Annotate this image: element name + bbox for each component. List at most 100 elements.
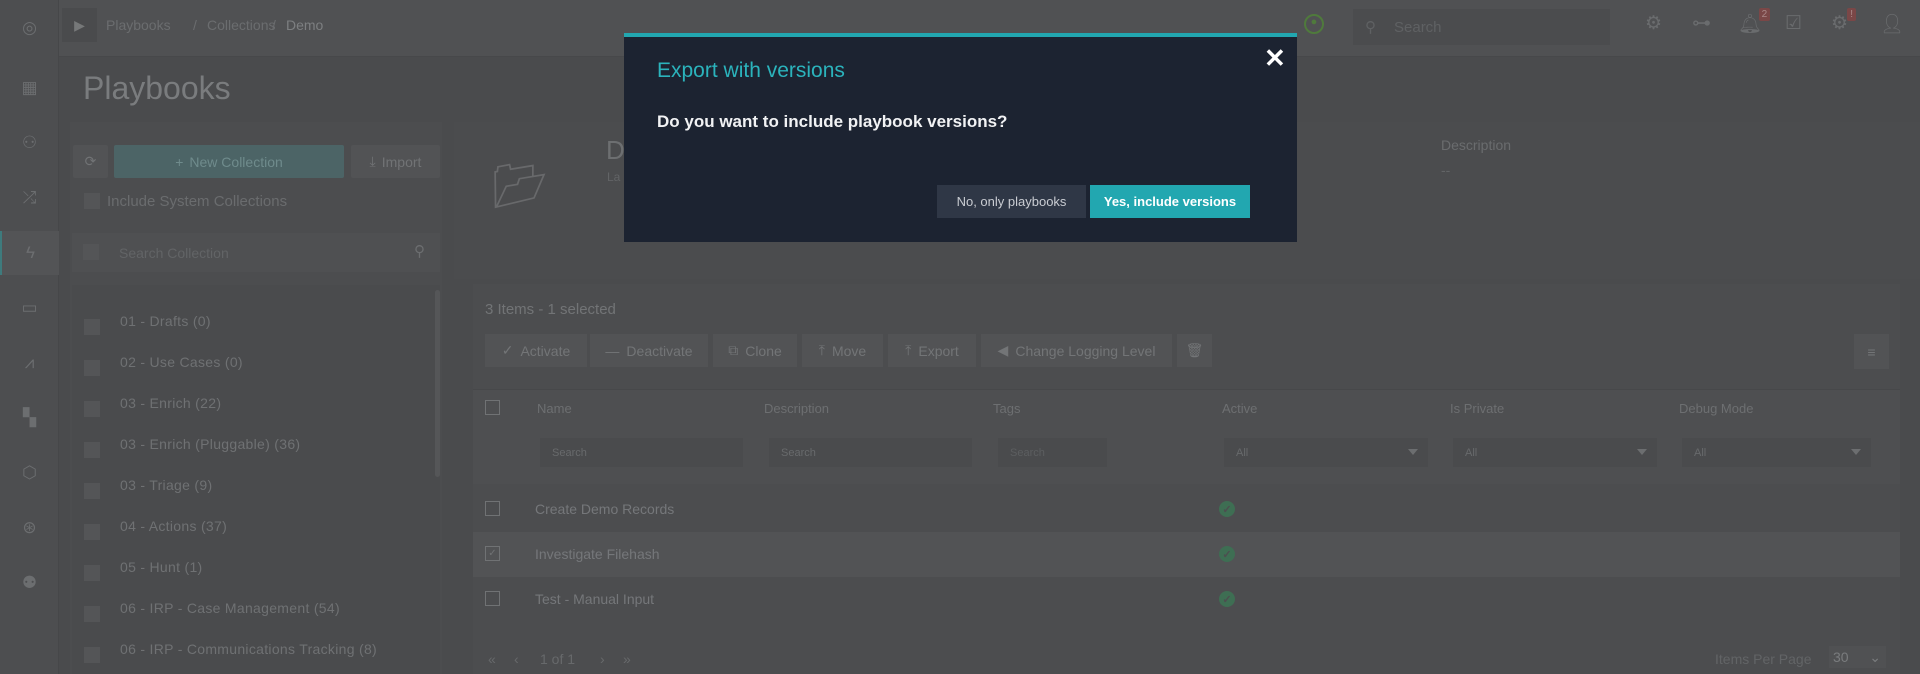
chart-icon[interactable]: ⩘ [0, 341, 59, 385]
no-only-playbooks-button[interactable]: No, only playbooks [937, 185, 1086, 218]
debug-filter-select[interactable]: All [1682, 438, 1871, 467]
prev-page-button[interactable]: ‹ [514, 651, 519, 667]
col-tags[interactable]: Tags [993, 401, 1020, 416]
next-page-button[interactable]: › [600, 651, 605, 667]
hierarchy-icon[interactable]: ⊶ [1692, 12, 1711, 35]
active-check-icon: ✓ [1219, 501, 1235, 517]
refresh-button[interactable]: ⟳ [73, 145, 108, 178]
lifebuoy-icon[interactable]: ⊛ [0, 506, 59, 550]
collection-checkbox[interactable] [84, 524, 100, 540]
last-page-button[interactable]: » [623, 651, 631, 667]
collection-item[interactable]: 05 - Hunt (1) [120, 559, 203, 575]
import-button[interactable]: ⤓ Import [351, 145, 440, 178]
collection-item[interactable]: 06 - IRP - Communications Tracking (8) [120, 641, 377, 657]
caret-down-icon [1851, 449, 1861, 460]
col-active[interactable]: Active [1222, 401, 1257, 416]
change-logging-level-button[interactable]: ◀ Change Logging Level [981, 334, 1172, 367]
playbook-name[interactable]: Test - Manual Input [535, 591, 654, 607]
alert-badge: ! [1847, 8, 1857, 21]
briefcase-icon[interactable]: ▭ [0, 286, 59, 330]
deactivate-button[interactable]: — Deactivate [590, 334, 708, 367]
col-name[interactable]: Name [537, 401, 572, 416]
settings-gear-icon[interactable]: ⚙ [1645, 12, 1662, 35]
logo-icon[interactable]: ◎ [0, 3, 59, 53]
collection-checkbox[interactable] [84, 606, 100, 622]
collection-item[interactable]: 06 - IRP - Case Management (54) [120, 600, 340, 616]
search-collection-input[interactable]: Search Collection ⚲ [72, 233, 440, 272]
collection-item[interactable]: 04 - Actions (37) [120, 518, 227, 534]
export-button[interactable]: ⤒ Export [888, 334, 976, 367]
select-value: All [1236, 447, 1249, 459]
new-collection-button[interactable]: + New Collection [114, 145, 344, 178]
apps-icon[interactable]: ▚ [0, 396, 59, 440]
first-page-button[interactable]: « [488, 651, 496, 667]
collection-item[interactable]: 03 - Enrich (22) [120, 395, 221, 411]
activate-button[interactable]: ✓ Activate [485, 334, 587, 367]
export-versions-dialog: Export with versions ✕ Do you want to in… [624, 33, 1297, 242]
dialog-question: Do you want to include playbook versions… [657, 112, 1008, 131]
collection-checkbox[interactable] [84, 483, 100, 499]
teams-icon[interactable]: ⚇ [0, 121, 59, 165]
private-filter-select[interactable]: All [1453, 438, 1657, 467]
row-checkbox[interactable] [485, 591, 500, 606]
table-row[interactable] [473, 577, 1900, 622]
playbook-name[interactable]: Create Demo Records [535, 501, 674, 517]
shuffle-icon[interactable]: ⤮ [0, 176, 59, 220]
table-row[interactable] [473, 532, 1900, 577]
notification-badge: 2 [1758, 8, 1771, 21]
system-settings-icon[interactable]: ⚙! [1831, 8, 1857, 35]
collection-checkbox[interactable] [84, 360, 100, 376]
close-icon[interactable]: ✕ [1264, 43, 1286, 74]
move-button[interactable]: ⤒ Move [802, 334, 883, 367]
users-icon[interactable]: ⚉ [0, 561, 59, 605]
page-title: Playbooks [83, 70, 231, 106]
playbooks-bolt-icon[interactable]: ϟ [0, 231, 59, 275]
include-system-label: Include System Collections [107, 193, 288, 210]
collection-checkbox[interactable] [84, 319, 100, 335]
breadcrumb-collections[interactable]: Collections [207, 17, 275, 33]
collection-checkbox[interactable] [84, 647, 100, 663]
delete-button[interactable]: 🗑︎ [1177, 334, 1212, 367]
row-checkbox[interactable] [485, 501, 500, 516]
description-filter-input[interactable]: Search [769, 438, 972, 467]
user-icon[interactable]: 👤︎ [1880, 12, 1904, 36]
collection-checkbox[interactable] [84, 565, 100, 581]
clone-button[interactable]: ⧉ Clone [713, 334, 797, 367]
collection-item[interactable]: 03 - Enrich (Pluggable) (36) [120, 436, 300, 452]
hub-icon[interactable]: ⬡ [0, 451, 59, 495]
col-description[interactable]: Description [764, 401, 829, 416]
table-row[interactable] [473, 487, 1900, 532]
status-icon[interactable]: ● [1304, 14, 1324, 34]
items-per-page-select[interactable]: 30 ⌄ [1829, 646, 1886, 668]
yes-include-versions-button[interactable]: Yes, include versions [1090, 185, 1250, 218]
select-value: All [1694, 447, 1707, 459]
col-debug-mode[interactable]: Debug Mode [1679, 401, 1753, 416]
col-is-private[interactable]: Is Private [1450, 401, 1504, 416]
check-icon: ✓ [501, 342, 514, 358]
collection-item[interactable]: 01 - Drafts (0) [120, 313, 211, 329]
new-collection-label: New Collection [189, 153, 283, 170]
global-search[interactable]: ⚲ Search [1353, 9, 1610, 45]
logging-label: Change Logging Level [1015, 342, 1156, 359]
dashboard-icon[interactable]: ▦ [0, 66, 59, 110]
row-checkbox[interactable]: ✓ [485, 546, 500, 561]
collection-item[interactable]: 02 - Use Cases (0) [120, 354, 243, 370]
playbook-name[interactable]: Investigate Filehash [535, 546, 660, 562]
breadcrumb-playbooks[interactable]: Playbooks [106, 17, 171, 33]
include-system-checkbox[interactable] [84, 193, 100, 209]
search-icon: ⚲ [414, 243, 425, 260]
column-menu-button[interactable]: ≡ [1854, 334, 1889, 369]
clipboard-check-icon[interactable]: ☑ [1785, 12, 1802, 35]
scrollbar[interactable] [435, 290, 440, 477]
select-all-rows-checkbox[interactable] [485, 400, 500, 415]
active-filter-select[interactable]: All [1224, 438, 1428, 467]
collection-checkbox[interactable] [84, 401, 100, 417]
name-filter-input[interactable]: Search [540, 438, 743, 467]
select-all-checkbox[interactable] [83, 244, 99, 260]
expand-sidebar-button[interactable]: ▶ [62, 8, 97, 42]
caret-down-icon [1408, 449, 1418, 460]
collection-checkbox[interactable] [84, 442, 100, 458]
collection-item[interactable]: 03 - Triage (9) [120, 477, 212, 493]
tags-filter-input[interactable]: Search [998, 438, 1107, 467]
bell-icon[interactable]: 🔔︎ 2 [1738, 8, 1771, 36]
